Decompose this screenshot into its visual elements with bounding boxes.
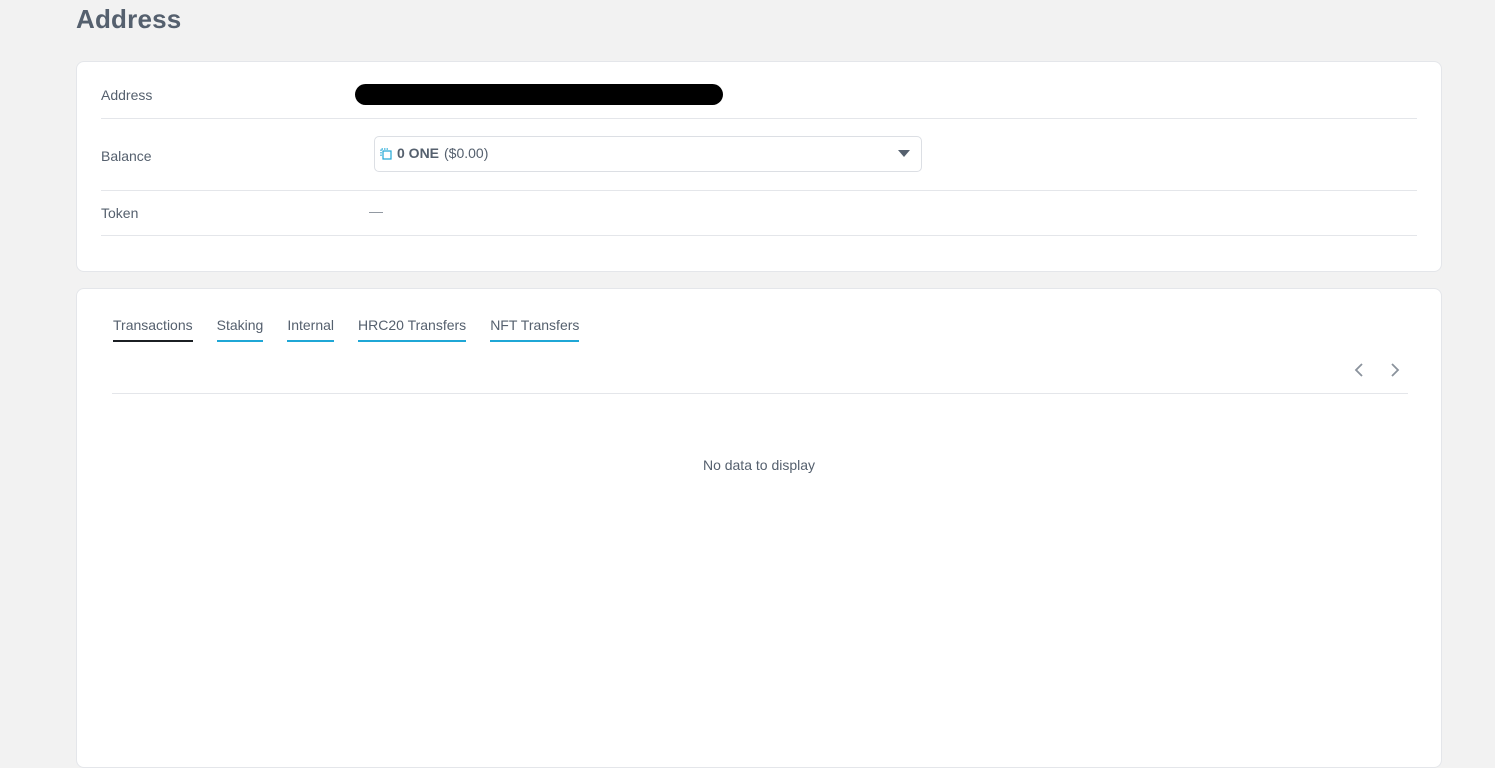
- address-label: Address: [101, 87, 153, 103]
- tab-internal[interactable]: Internal: [287, 317, 335, 342]
- page-title: Address: [76, 4, 182, 34]
- caret-down-icon[interactable]: [898, 150, 910, 157]
- tab-hrc20-transfers[interactable]: HRC20 Transfers: [358, 317, 467, 342]
- address-row: Address: [101, 62, 1417, 119]
- token-value: —: [369, 203, 383, 219]
- chevron-left-icon[interactable]: [1347, 359, 1371, 381]
- activity-card: Transactions Staking Internal HRC20 Tran…: [76, 288, 1442, 768]
- tab-staking[interactable]: Staking: [216, 317, 264, 342]
- address-info-card: Address Balance 0 ONE ($0.00) Token —: [76, 61, 1442, 272]
- balance-value: 0 ONE ($0.00): [397, 145, 488, 161]
- pagination: [1335, 359, 1407, 381]
- empty-state-message: No data to display: [702, 457, 816, 473]
- token-label: Token: [101, 205, 139, 221]
- chevron-right-icon[interactable]: [1383, 359, 1407, 381]
- table-divider: [112, 393, 1408, 394]
- balance-row: Balance 0 ONE ($0.00): [101, 119, 1417, 191]
- copy-icon[interactable]: [379, 147, 393, 161]
- tab-nft-transfers[interactable]: NFT Transfers: [490, 317, 580, 342]
- balance-usd: ($0.00): [444, 145, 489, 161]
- balance-amount: 0 ONE: [397, 145, 440, 161]
- tab-transactions[interactable]: Transactions: [113, 317, 193, 342]
- address-value-redacted: [355, 84, 723, 105]
- balance-dropdown[interactable]: 0 ONE ($0.00): [374, 136, 922, 172]
- tab-bar: Transactions Staking Internal HRC20 Tran…: [113, 317, 603, 342]
- balance-label: Balance: [101, 148, 152, 164]
- token-row: Token —: [101, 191, 1417, 236]
